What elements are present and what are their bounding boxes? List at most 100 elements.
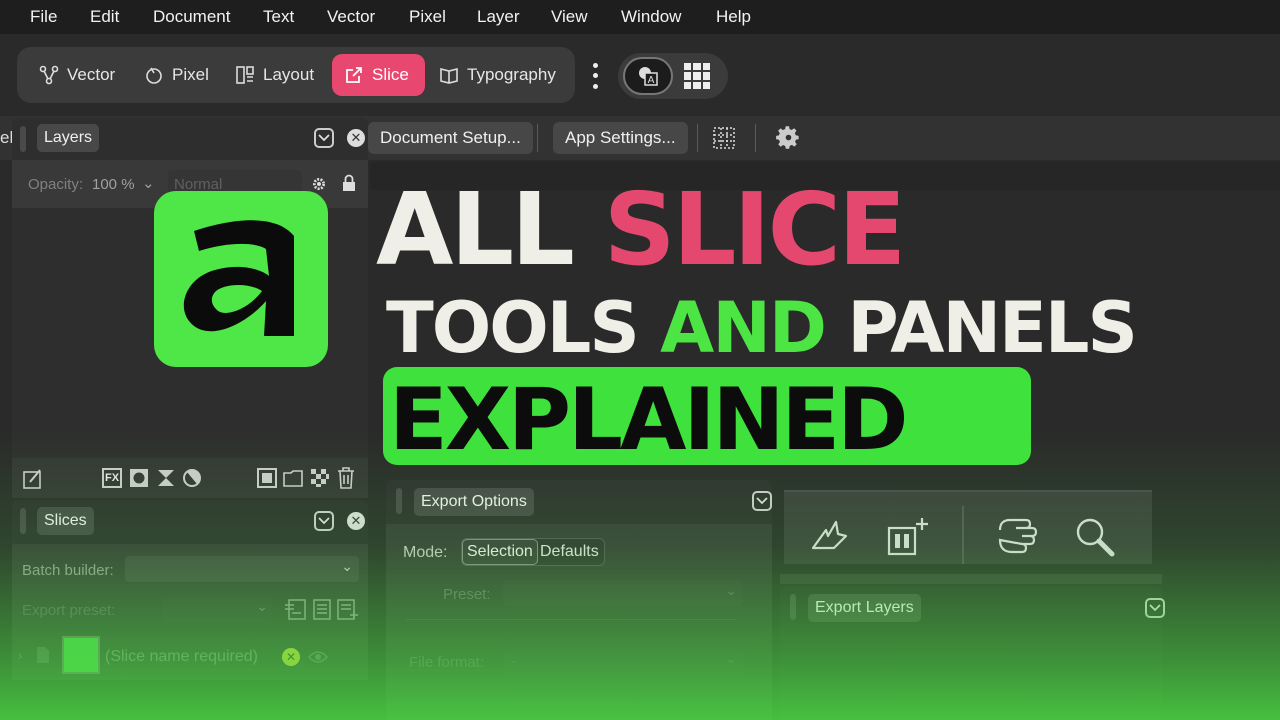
- menu-edit[interactable]: Edit: [90, 7, 119, 27]
- app-settings-button[interactable]: App Settings...: [553, 122, 688, 154]
- delete-preset-icon[interactable]: [336, 597, 360, 621]
- batch-builder-select[interactable]: ⌄: [125, 556, 359, 582]
- edit-preset-icon[interactable]: [312, 597, 332, 621]
- headline-slice: SLICE: [603, 171, 907, 288]
- chevron-down-icon[interactable]: [1145, 598, 1165, 618]
- menu-text[interactable]: Text: [263, 7, 294, 27]
- move-tool-icon[interactable]: [810, 516, 848, 554]
- menu-pixel[interactable]: Pixel: [409, 7, 446, 27]
- export-layers-tab[interactable]: Export Layers: [808, 594, 921, 622]
- slice-persona-icon: [346, 67, 362, 83]
- chevron-down-icon: ⌄: [725, 582, 737, 598]
- live-filter-icon[interactable]: [182, 468, 202, 488]
- toolbar-divider: [537, 124, 538, 152]
- gear-icon[interactable]: [311, 176, 327, 192]
- menu-file[interactable]: File: [30, 7, 57, 27]
- typography-persona-icon: [440, 67, 458, 84]
- slice-name[interactable]: (Slice name required): [105, 648, 258, 666]
- text-mode-button[interactable]: A: [623, 57, 673, 95]
- file-format-value: -: [511, 653, 516, 670]
- persona-layout[interactable]: Layout: [223, 54, 326, 96]
- gear-icon[interactable]: [775, 124, 802, 151]
- tools-divider: [962, 506, 964, 564]
- persona-pixel[interactable]: Pixel: [132, 54, 221, 96]
- persona-slice[interactable]: Slice: [332, 54, 425, 96]
- persona-bar: Vector Pixel Layout Slice Typography: [17, 47, 575, 103]
- mode-label: Mode:: [403, 544, 448, 561]
- headline-all: ALL: [376, 171, 575, 288]
- export-options-panel: Export Options Mode: Selection Defaults …: [386, 480, 772, 720]
- menu-view[interactable]: View: [551, 7, 588, 27]
- persona-vector[interactable]: Vector: [27, 54, 127, 96]
- headline-tools: TOOLS: [386, 287, 640, 369]
- file-format-label: File format:: [409, 654, 485, 671]
- menu-help[interactable]: Help: [716, 7, 751, 27]
- add-layer-icon[interactable]: [22, 468, 44, 490]
- persona-typography[interactable]: Typography: [427, 54, 568, 96]
- slice-thumbnail: [62, 636, 100, 674]
- pixel-layer-icon[interactable]: [257, 468, 277, 488]
- panel-grip[interactable]: [396, 488, 402, 514]
- persona-pixel-label: Pixel: [172, 65, 209, 84]
- chevron-down-icon[interactable]: [752, 491, 772, 511]
- hand-tool-icon[interactable]: [996, 516, 1038, 556]
- chevron-down-icon[interactable]: [314, 128, 334, 148]
- adjustment-icon[interactable]: [156, 468, 176, 488]
- divider: [406, 619, 736, 620]
- mode-selection-button[interactable]: Selection: [462, 539, 538, 565]
- menu-vector[interactable]: Vector: [327, 7, 375, 27]
- menu-window[interactable]: Window: [621, 7, 681, 27]
- opacity-dropdown-icon[interactable]: ⌄: [142, 174, 155, 192]
- grid-view-icon[interactable]: [684, 63, 710, 89]
- mask-icon[interactable]: [129, 468, 149, 488]
- chevron-down-icon: ⌄: [256, 598, 268, 614]
- layers-footer: FX: [12, 458, 368, 498]
- snapping-grid-icon[interactable]: [713, 127, 735, 149]
- document-setup-button[interactable]: Document Setup...: [368, 122, 533, 154]
- transparency-icon[interactable]: [310, 468, 330, 488]
- batch-builder-label: Batch builder:: [22, 562, 114, 579]
- menu-document[interactable]: Document: [153, 7, 230, 27]
- export-options-tab[interactable]: Export Options: [414, 488, 534, 516]
- panel-grip[interactable]: [790, 594, 796, 620]
- fx-icon[interactable]: FX: [102, 468, 122, 488]
- preset-select[interactable]: ⌄: [503, 580, 743, 606]
- export-preset-select[interactable]: ⌄: [162, 596, 272, 622]
- chevron-down-icon: ⌄: [341, 558, 353, 574]
- trash-icon[interactable]: [337, 467, 355, 489]
- zoom-tool-icon[interactable]: [1074, 516, 1116, 558]
- close-icon[interactable]: ✕: [347, 512, 365, 530]
- eye-icon[interactable]: [308, 650, 328, 664]
- layout-persona-icon: [236, 66, 254, 84]
- lock-icon[interactable]: [342, 174, 356, 192]
- chevron-right-icon[interactable]: ›: [18, 648, 22, 663]
- headline-line-2: TOOLS AND PANELS: [386, 293, 1138, 363]
- mode-defaults-button[interactable]: Defaults: [540, 543, 599, 561]
- chevron-down-icon[interactable]: [314, 511, 334, 531]
- mode-segmented-control: Selection Defaults: [461, 538, 605, 566]
- opacity-value[interactable]: 100 %: [92, 176, 135, 193]
- panel-grip[interactable]: [20, 126, 26, 152]
- slice-error-icon: ✕: [282, 648, 300, 666]
- export-options-body: Mode: Selection Defaults Preset: ⌄ File …: [386, 524, 772, 720]
- menu-layer[interactable]: Layer: [477, 7, 520, 27]
- persona-vector-label: Vector: [67, 65, 116, 84]
- slice-tool-icon[interactable]: [886, 516, 930, 558]
- menu-bar: File Edit Document Text Vector Pixel Lay…: [0, 0, 1280, 34]
- add-preset-icon[interactable]: [284, 597, 308, 621]
- more-options-icon[interactable]: [588, 60, 602, 92]
- slices-tab[interactable]: Slices: [37, 507, 94, 535]
- vector-persona-icon: [39, 65, 59, 85]
- panel-grip[interactable]: [20, 508, 26, 534]
- preset-label: Preset:: [443, 586, 491, 603]
- slice-tools-strip: [784, 490, 1152, 564]
- mode-toggle: A: [618, 53, 728, 99]
- document-icon: [37, 647, 49, 663]
- persona-slice-label: Slice: [372, 65, 409, 84]
- headline-panels: PANELS: [847, 287, 1137, 369]
- folder-icon[interactable]: [283, 468, 303, 488]
- export-layers-panel: Export Layers: [780, 586, 1165, 720]
- layers-tab[interactable]: Layers: [37, 124, 100, 152]
- close-icon[interactable]: ✕: [347, 129, 365, 147]
- file-format-select[interactable]: - ⌄: [503, 648, 743, 674]
